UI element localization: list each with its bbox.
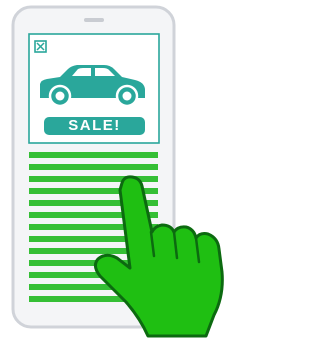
phone-illustration: SALE! bbox=[0, 0, 246, 343]
sale-label[interactable]: SALE! bbox=[44, 117, 145, 135]
phone-svg bbox=[11, 5, 224, 338]
speaker-slot bbox=[84, 18, 104, 22]
content-line bbox=[29, 152, 158, 158]
close-box-icon[interactable] bbox=[34, 40, 47, 53]
content-line bbox=[29, 164, 158, 170]
